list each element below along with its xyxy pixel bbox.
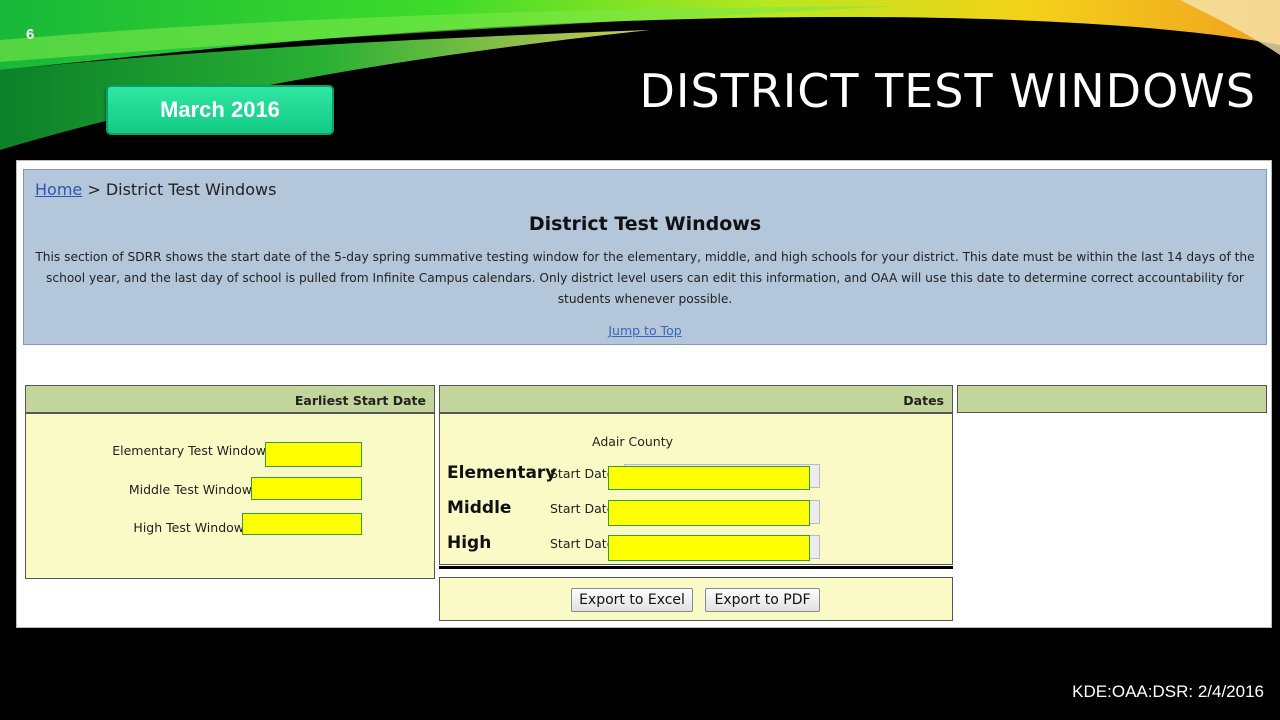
month-badge: March 2016 [106, 85, 334, 135]
high-window-label: High Test Window [133, 520, 244, 535]
high-level-label: High [447, 533, 492, 553]
elementary-window-label: Elementary Test Window [112, 443, 266, 458]
middle-start-date-field[interactable] [608, 500, 810, 526]
empty-header [957, 385, 1267, 413]
screenshot-panel: Home > District Test Windows District Te… [16, 160, 1272, 628]
middle-window-label: Middle Test Window [128, 482, 252, 497]
breadcrumb-home-link[interactable]: Home [35, 180, 82, 199]
breadcrumb: Home > District Test Windows [35, 180, 276, 199]
elementary-start-date-field[interactable] [608, 466, 810, 490]
slide-title: DISTRICT TEST WINDOWS [639, 64, 1256, 118]
export-pdf-button[interactable]: Export to PDF [705, 588, 820, 612]
elementary-start-label: Start Date [550, 466, 615, 481]
elementary-window-field[interactable] [265, 442, 362, 467]
jump-to-top-link[interactable]: Jump to Top [608, 323, 681, 338]
footer-text: KDE:OAA:DSR: 2/4/2016 [1072, 682, 1264, 701]
info-box: Home > District Test Windows District Te… [23, 169, 1267, 345]
district-name: Adair County [592, 434, 674, 449]
breadcrumb-current: District Test Windows [105, 180, 277, 199]
divider [439, 566, 953, 569]
high-start-date-field[interactable] [608, 535, 810, 561]
export-excel-button[interactable]: Export to Excel [571, 588, 693, 612]
middle-level-label: Middle [447, 498, 512, 518]
middle-start-label: Start Date [550, 501, 615, 516]
earliest-start-date-header: Earliest Start Date [25, 385, 435, 413]
high-window-field[interactable] [242, 513, 362, 535]
page-description: This section of SDRR shows the start dat… [35, 250, 1255, 306]
high-start-label: Start Date [550, 536, 615, 551]
earliest-start-date-panel: Elementary Test Window Middle Test Windo… [25, 413, 435, 579]
slide-number: 6 [26, 26, 35, 43]
export-bar: Export to Excel Export to PDF [439, 577, 953, 621]
elementary-level-label: Elementary [447, 463, 557, 483]
dates-panel: Adair County Elementary Start Date Middl… [439, 413, 953, 565]
breadcrumb-separator: > [82, 180, 106, 199]
middle-window-field[interactable] [251, 477, 362, 500]
dates-header: Dates [439, 385, 953, 413]
page-title: District Test Windows [528, 213, 762, 235]
